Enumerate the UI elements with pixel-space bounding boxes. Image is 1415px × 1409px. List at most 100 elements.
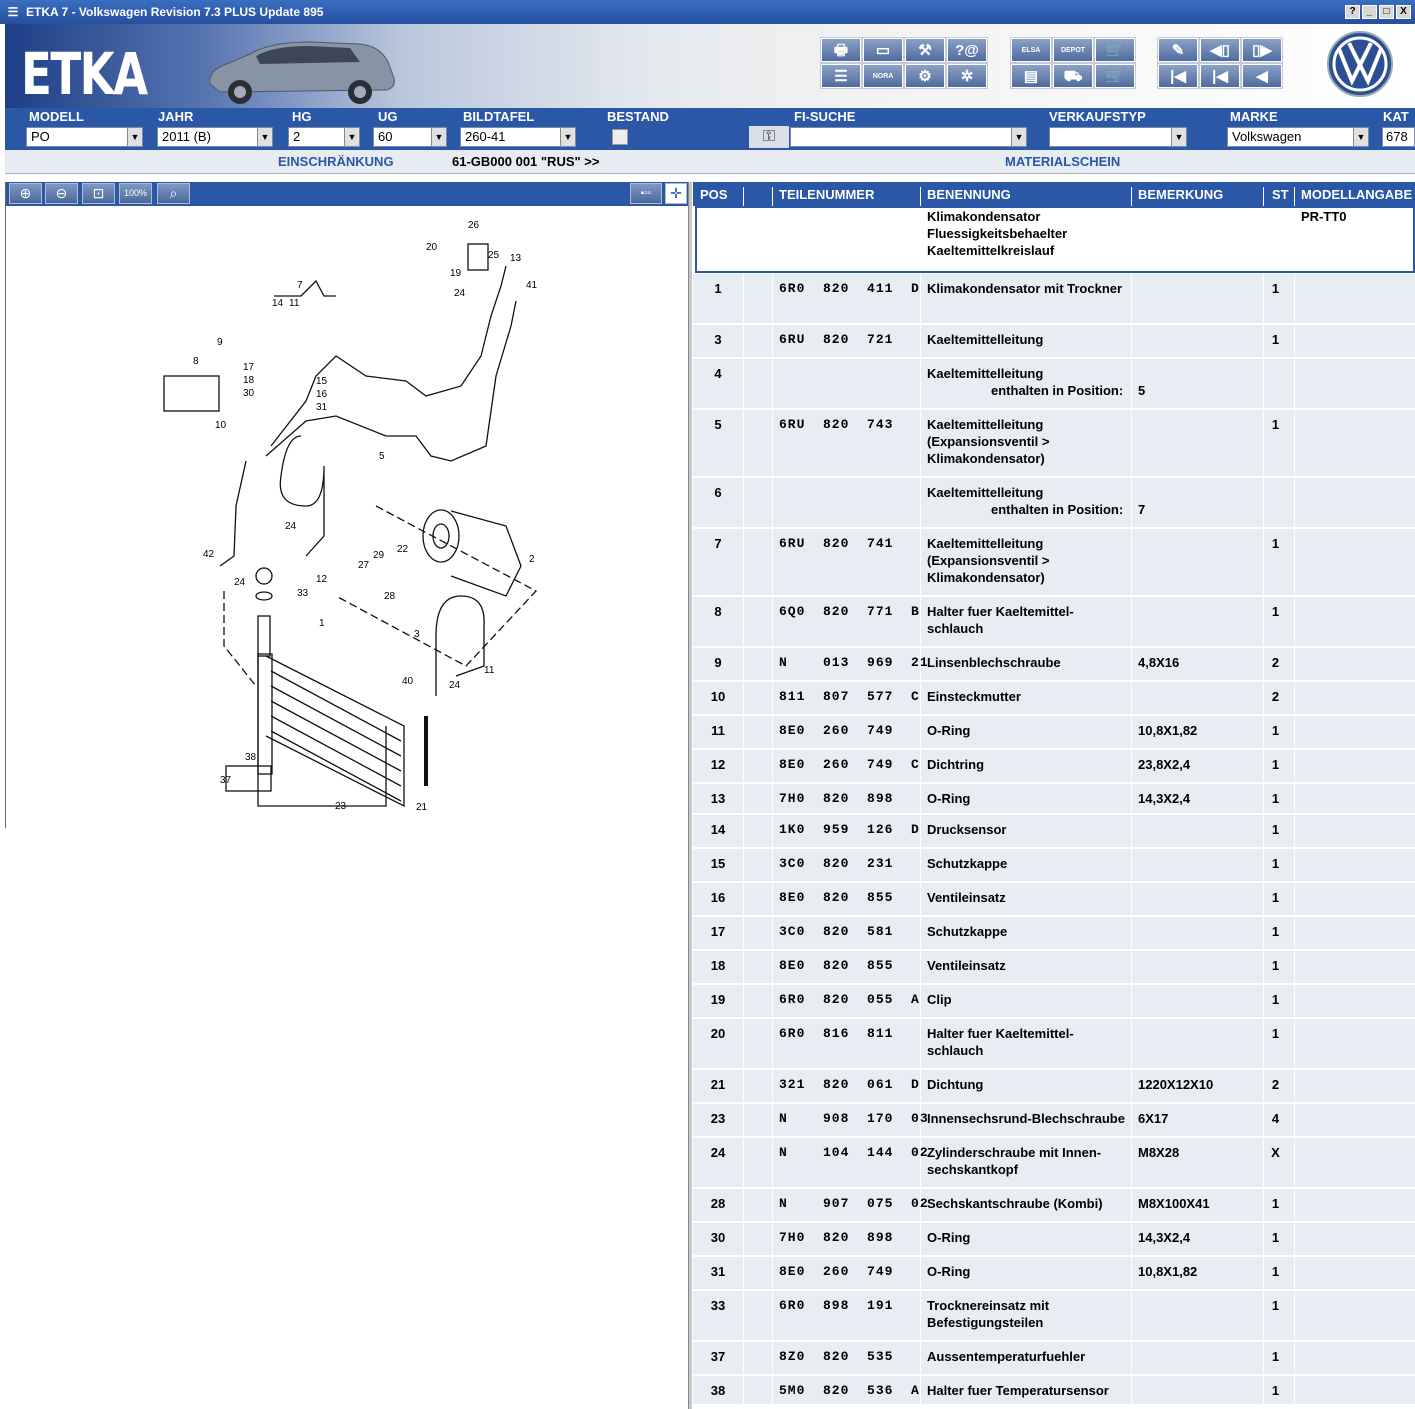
kat-field[interactable]: 678	[1382, 127, 1415, 147]
close-button[interactable]: X	[1396, 5, 1411, 19]
screen-icon[interactable]: ▭	[863, 38, 903, 62]
chevron-down-icon[interactable]: ▼	[560, 128, 575, 146]
key-icon[interactable]: ⚿	[749, 126, 789, 148]
assembly-icon[interactable]: ⚙	[905, 64, 945, 88]
col-pos[interactable]: POS	[700, 187, 727, 202]
table-row[interactable]: 20 6R0 816 811 Halter fuer Kaeltemittel-sc…	[693, 1019, 1415, 1070]
table-row[interactable]: 31 8E0 260 749 O-Ring 10,8X1,82 1	[693, 1257, 1415, 1291]
cell-bemerkung: 23,8X2,4	[1138, 757, 1191, 772]
app-menu-icon[interactable]: ☰	[6, 5, 20, 19]
table-row[interactable]: 11 8E0 260 749 O-Ring 10,8X1,82 1	[693, 716, 1415, 750]
pane-splitter[interactable]	[688, 182, 692, 1409]
help-button[interactable]: ?	[1345, 5, 1360, 19]
table-row[interactable]: 4 Kaeltemittelleitung 5 enthalten in Positi…	[693, 359, 1415, 410]
maximize-button[interactable]: □	[1379, 5, 1394, 19]
hg-combo[interactable]: 2 ▼	[288, 127, 360, 147]
pin-icon[interactable]: ✎	[1158, 38, 1198, 62]
chevron-down-icon[interactable]: ▼	[344, 128, 359, 146]
cell-pos: 18	[710, 958, 726, 973]
table-row[interactable]: 33 6R0 898 191 Trocknereinsatz mit Befesti…	[693, 1291, 1415, 1342]
col-modellangabe[interactable]: MODELLANGABE	[1301, 187, 1412, 202]
col-benennung[interactable]: BENENNUNG	[927, 187, 1011, 202]
hg-label: HG	[292, 109, 312, 124]
table-row[interactable]: 3 6RU 820 721 Kaeltemittelleitung 1	[693, 325, 1415, 359]
elsa-icon[interactable]: ELSA	[1011, 38, 1051, 62]
modell-combo[interactable]: PO ▼	[26, 127, 143, 147]
chevron-down-icon[interactable]: ▼	[257, 128, 272, 146]
col-teilenummer[interactable]: TEILENUMMER	[779, 187, 874, 202]
move-icon[interactable]: ✛	[665, 183, 687, 204]
help-email-icon[interactable]: ?@	[947, 38, 987, 62]
cell-benennung: Kaeltemittelleitung	[927, 366, 1044, 381]
table-row[interactable]: 28 N 907 075 02 Sechskantschraube (Kombi) M…	[693, 1189, 1415, 1223]
marke-label: MARKE	[1230, 109, 1278, 124]
einschraenkung-value[interactable]: 61-GB000 001 "RUS" >>	[452, 154, 599, 169]
table-row[interactable]: 16 8E0 820 855 Ventileinsatz 1	[693, 883, 1415, 917]
back-icon[interactable]: |◀	[1200, 64, 1240, 88]
first-icon[interactable]: |◀	[1158, 64, 1198, 88]
zoom-toolbar: ⊕ ⊖ ⊡ 100% ⌕ ▪▫▫ ✛	[6, 182, 689, 206]
minimize-button[interactable]: _	[1362, 5, 1377, 19]
wheel-icon[interactable]: ✲	[947, 64, 987, 88]
table-row[interactable]: 17 3C0 820 581 Schutzkappe 1	[693, 917, 1415, 951]
table-row[interactable]: 18 8E0 820 855 Ventileinsatz 1	[693, 951, 1415, 985]
column-divider	[1294, 410, 1295, 476]
table-row[interactable]: 21 321 820 061 D Dichtung 1220X12X10 2	[693, 1070, 1415, 1104]
chevron-down-icon[interactable]: ▼	[127, 128, 142, 146]
fi-suche-combo[interactable]: ▼	[790, 127, 1027, 147]
table-row[interactable]: 13 7H0 820 898 O-Ring 14,3X2,4 1	[693, 784, 1415, 815]
table-row[interactable]: 14 1K0 959 126 D Drucksensor 1	[693, 815, 1415, 849]
table-row[interactable]: 23 N 908 170 03 Innensechsrund-Blechschrau…	[693, 1104, 1415, 1138]
chevron-down-icon[interactable]: ▼	[1171, 128, 1186, 146]
table-row[interactable]: 19 6R0 820 055 A Clip 1	[693, 985, 1415, 1019]
table-row[interactable]: 7 6RU 820 741 Kaeltemittelleitung (Expansi…	[693, 529, 1415, 597]
column-divider	[920, 1019, 921, 1068]
bildtafel-combo[interactable]: 260-41 ▼	[460, 127, 576, 147]
chevron-down-icon[interactable]: ▼	[1011, 128, 1026, 146]
column-divider	[743, 359, 744, 408]
zoom-out-icon[interactable]: ⊖	[45, 183, 78, 204]
zoom-in-icon[interactable]: ⊕	[9, 183, 42, 204]
nora-icon[interactable]: NORA	[863, 64, 903, 88]
table-row[interactable]: 30 7H0 820 898 O-Ring 14,3X2,4 1	[693, 1223, 1415, 1257]
marke-combo[interactable]: Volkswagen ▼	[1227, 127, 1369, 147]
callout: 13	[510, 253, 522, 264]
depot-icon[interactable]: DEPOT	[1053, 38, 1093, 62]
left-icon[interactable]: ◀	[1242, 64, 1282, 88]
table-row[interactable]: 24 N 104 144 02 Zylinderschraube mit Innen…	[693, 1138, 1415, 1189]
table-row[interactable]: 15 3C0 820 231 Schutzkappe 1	[693, 849, 1415, 883]
zoom-fit-icon[interactable]: ⊡	[82, 183, 115, 204]
cart-vehicle-icon[interactable]: ⛟	[1053, 64, 1093, 88]
magnifier-icon[interactable]: ⌕	[157, 183, 190, 204]
column-divider	[743, 1376, 744, 1404]
cart-add-icon[interactable]: 🛒	[1095, 38, 1135, 62]
table-row[interactable]: 10 811 807 577 C Einsteckmutter 2	[693, 682, 1415, 716]
cell-pos: 31	[710, 1264, 726, 1279]
thumbnail-icon[interactable]: ▪▫▫	[630, 183, 662, 204]
verkaufstyp-combo[interactable]: ▼	[1049, 127, 1187, 147]
next-page-icon[interactable]: ▯▶	[1242, 38, 1282, 62]
column-divider	[920, 1257, 921, 1289]
table-row[interactable]: 9 N 013 969 21 Linsenblechschraube 4,8X16 2	[693, 648, 1415, 682]
table-row[interactable]: 38 5M0 820 536 A Halter fuer Temperatursen…	[693, 1376, 1415, 1406]
table-row[interactable]: 12 8E0 260 749 C Dichtring 23,8X2,4 1	[693, 750, 1415, 784]
zoom-100-icon[interactable]: 100%	[119, 183, 152, 204]
col-bemerkung[interactable]: BEMERKUNG	[1138, 187, 1223, 202]
print-list-icon[interactable]: ☰	[821, 64, 861, 88]
cart-icon[interactable]: 🛒	[1095, 64, 1135, 88]
table-row[interactable]: 5 6RU 820 743 Kaeltemittelleitung (Expansi…	[693, 410, 1415, 478]
ug-combo[interactable]: 60 ▼	[373, 127, 447, 147]
table-row[interactable]: 8 6Q0 820 771 B Halter fuer Kaeltemittel-s…	[693, 597, 1415, 648]
tools-icon[interactable]: ⚒	[905, 38, 945, 62]
table-row[interactable]: 6 Kaeltemittelleitung 7 enthalten in Positi…	[693, 478, 1415, 529]
printer-icon[interactable]: 🖶	[821, 38, 861, 62]
chevron-down-icon[interactable]: ▼	[431, 128, 446, 146]
table-row[interactable]: 37 8Z0 820 535 Aussentemperaturfuehler 1	[693, 1342, 1415, 1376]
col-st[interactable]: ST	[1272, 187, 1289, 202]
chevron-down-icon[interactable]: ▼	[1353, 128, 1368, 146]
bestand-checkbox[interactable]	[612, 129, 628, 145]
jahr-combo[interactable]: 2011 (B) ▼	[157, 127, 273, 147]
table-row[interactable]: 1 6R0 820 411 D Klimakondensator mit Trock…	[693, 274, 1415, 325]
cart-list-icon[interactable]: ▤	[1011, 64, 1051, 88]
prev-page-icon[interactable]: ◀▯	[1200, 38, 1240, 62]
